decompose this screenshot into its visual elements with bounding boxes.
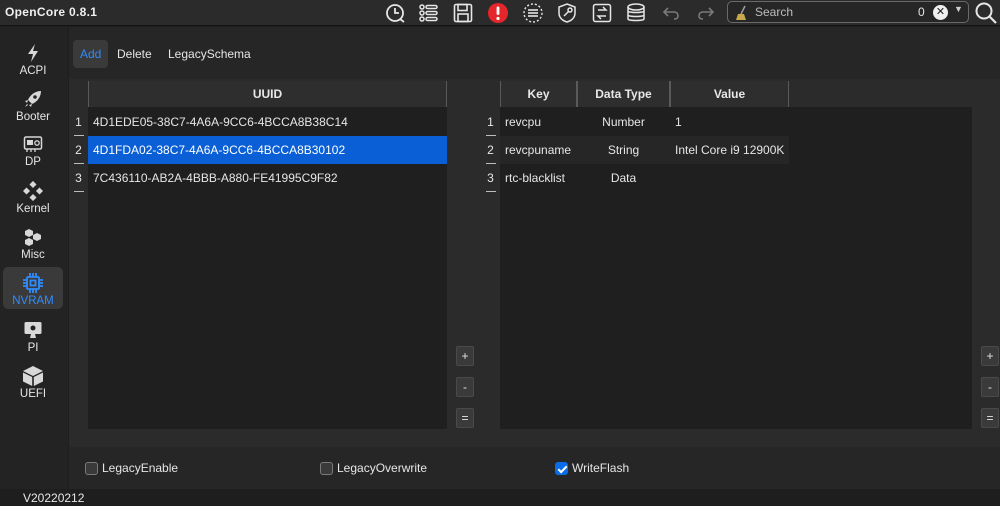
tab-legacyschema[interactable]: LegacySchema <box>161 40 258 68</box>
sidebar-item-label: ACPI <box>19 65 47 77</box>
value-cell[interactable]: 1 <box>670 108 789 136</box>
search-box[interactable]: 0 ✕ ▼ <box>727 1 969 23</box>
chevron-down-icon[interactable]: ▼ <box>954 4 963 14</box>
checkbox-label: WriteFlash <box>572 461 630 475</box>
sidebar-item-kernel[interactable]: Kernel <box>3 175 63 217</box>
options-bar: LegacyEnable LegacyOverwrite WriteFlash <box>69 447 1000 489</box>
shield-wrench-icon[interactable] <box>553 0 581 26</box>
write-flash-option[interactable]: WriteFlash <box>555 460 629 476</box>
undo-icon[interactable] <box>657 0 685 26</box>
sidebar-item-label: UEFI <box>19 388 47 400</box>
sidebar-item-nvram[interactable]: NVRAM <box>3 267 63 309</box>
box-icon <box>22 365 44 387</box>
sidebar-item-label: DP <box>25 156 41 168</box>
sidebar-item-misc[interactable]: Misc <box>3 221 63 263</box>
checkbox-label: LegacyEnable <box>102 461 179 475</box>
status-bar: V20220212 <box>0 489 1000 506</box>
add-key-button[interactable]: + <box>981 346 999 366</box>
uuid-cell[interactable]: 7C436110-AB2A-4BBB-A880-FE41995C9F82 <box>88 164 447 192</box>
sidebar-item-label: NVRAM <box>12 295 54 307</box>
list-icon[interactable] <box>414 0 442 26</box>
equal-key-button[interactable]: = <box>981 408 999 428</box>
sidebar-item-booter[interactable]: Booter <box>3 83 63 125</box>
data-type-cell[interactable]: String <box>577 136 670 164</box>
sidebar: ACPI Booter DP Kernel Misc NVRAM PI UEFI <box>0 27 68 489</box>
row-number[interactable]: 2 <box>483 136 498 164</box>
add-uuid-button[interactable]: + <box>456 346 474 366</box>
save-icon[interactable] <box>449 0 477 26</box>
tab-delete[interactable]: Delete <box>110 40 159 68</box>
uuid-cell[interactable]: 4D1EDE05-38C7-4A6A-9CC6-4BCCA8B38C14 <box>88 108 447 136</box>
legacy-enable-checkbox[interactable] <box>85 461 98 475</box>
column-header-data-type[interactable]: Data Type <box>577 81 670 107</box>
write-flash-checkbox[interactable] <box>555 461 568 475</box>
column-header-key[interactable]: Key <box>500 81 577 107</box>
column-header-uuid[interactable]: UUID <box>88 81 447 107</box>
remove-uuid-button[interactable]: - <box>456 377 474 397</box>
tables-area: UUID 1 4D1EDE05-38C7-4A6A-9CC6-4BCCA8B38… <box>69 79 1000 447</box>
legacy-enable-option[interactable]: LegacyEnable <box>85 460 178 476</box>
sidebar-item-dp[interactable]: DP <box>3 128 63 170</box>
content-area: Add Delete LegacySchema UUID 1 4D1EDE05-… <box>69 27 1000 489</box>
legacy-overwrite-option[interactable]: LegacyOverwrite <box>320 460 427 476</box>
rocket-icon <box>22 88 44 110</box>
key-cell[interactable]: revcpuname <box>500 136 577 164</box>
checkbox-label: LegacyOverwrite <box>337 461 428 475</box>
row-number[interactable]: 3 <box>71 164 86 192</box>
app-title: OpenCore 0.8.1 <box>5 5 98 19</box>
search-icon[interactable] <box>974 1 998 25</box>
chip-icon <box>22 272 44 294</box>
column-header-value[interactable]: Value <box>670 81 789 107</box>
row-number[interactable]: 2 <box>71 136 86 164</box>
text-list-icon[interactable] <box>519 0 547 26</box>
broom-icon <box>736 5 746 20</box>
clear-search-icon[interactable]: ✕ <box>933 5 948 20</box>
remove-key-button[interactable]: - <box>981 377 999 397</box>
row-number[interactable]: 1 <box>483 108 498 136</box>
alert-icon[interactable] <box>484 0 512 26</box>
cubes-icon <box>22 226 44 248</box>
sidebar-item-uefi[interactable]: UEFI <box>3 360 63 402</box>
sidebar-item-label: Kernel <box>16 203 50 215</box>
row-number[interactable]: 1 <box>71 108 86 136</box>
data-type-cell[interactable]: Number <box>577 108 670 136</box>
legacy-overwrite-checkbox[interactable] <box>320 461 333 475</box>
key-cell[interactable]: rtc-blacklist <box>500 164 577 192</box>
subtab-bar: Add Delete LegacySchema <box>69 27 1000 79</box>
uuid-cell-selected[interactable]: 4D1FDA02-38C7-4A6A-9CC6-4BCCA8B30102 <box>88 136 447 164</box>
row-number[interactable]: 3 <box>483 164 498 192</box>
swap-icon[interactable] <box>588 0 616 26</box>
lightning-icon <box>22 42 44 64</box>
key-cell[interactable]: revcpu <box>500 108 577 136</box>
clock-icon[interactable] <box>382 0 410 26</box>
puzzle-icon <box>22 180 44 202</box>
tab-add[interactable]: Add <box>73 40 109 68</box>
sidebar-item-acpi[interactable]: ACPI <box>3 37 63 79</box>
toolbar: OpenCore 0.8.1 0 ✕ ▼ <box>0 0 1000 26</box>
device-icon <box>22 133 44 155</box>
database-icon[interactable] <box>622 0 650 26</box>
value-cell[interactable] <box>670 164 789 192</box>
search-count: 0 <box>918 5 925 19</box>
equal-uuid-button[interactable]: = <box>456 408 474 428</box>
data-type-cell[interactable]: Data <box>577 164 670 192</box>
sidebar-item-pi[interactable]: PI <box>3 314 63 356</box>
sidebar-item-label: Booter <box>16 111 50 123</box>
computer-icon <box>22 319 44 341</box>
version-label: V20220212 <box>23 491 85 505</box>
sidebar-item-label: PI <box>27 342 39 354</box>
value-cell[interactable]: Intel Core i9 12900K <box>670 136 789 164</box>
sidebar-item-label: Misc <box>21 249 45 261</box>
redo-icon[interactable] <box>692 0 720 26</box>
search-input[interactable] <box>755 4 915 20</box>
